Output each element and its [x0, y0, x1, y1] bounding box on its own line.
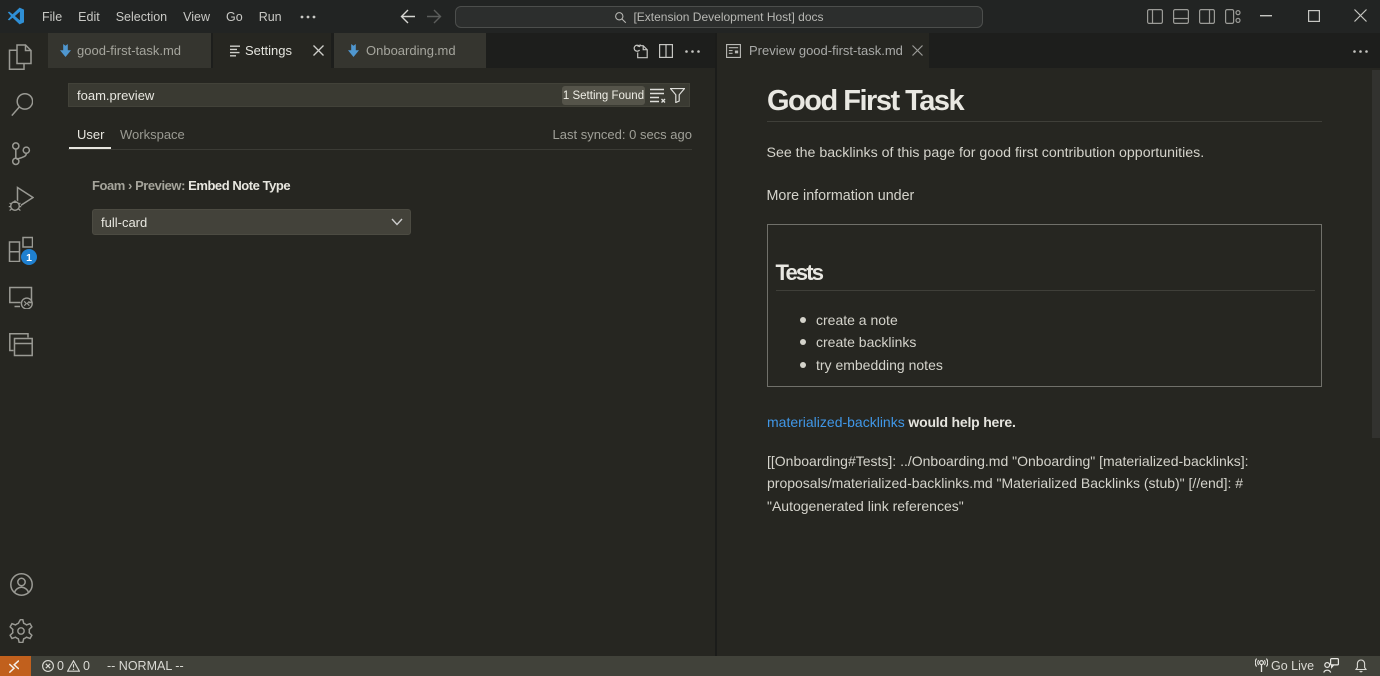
svg-text:1: 1: [26, 251, 32, 263]
